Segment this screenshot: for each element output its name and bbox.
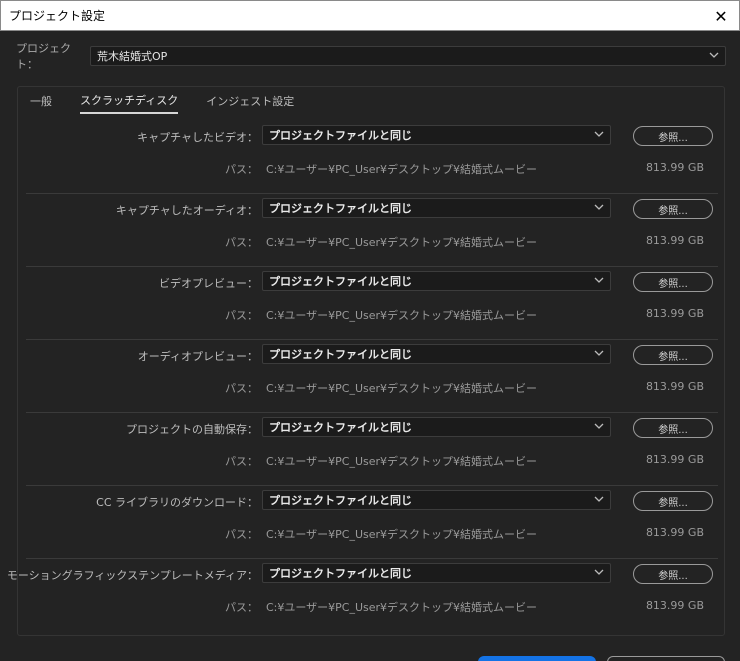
- project-value: 荒木結婚式OP: [97, 50, 168, 63]
- section-auto-save: プロジェクトの自動保存： プロジェクトファイルと同じ 参照... パス： C:¥…: [26, 413, 718, 486]
- location-value: プロジェクトファイルと同じ: [269, 275, 412, 288]
- free-space: 813.99 GB: [645, 453, 704, 466]
- section-label: キャプチャしたビデオ：: [137, 131, 258, 144]
- section-audio-preview: オーディオプレビュー： プロジェクトファイルと同じ 参照... パス： C:¥ユ…: [26, 340, 718, 413]
- tab-scratch-disks[interactable]: スクラッチディスク: [80, 92, 179, 114]
- window-title: プロジェクト設定: [9, 9, 106, 23]
- location-select[interactable]: プロジェクトファイルと同じ: [262, 271, 611, 291]
- free-space: 813.99 GB: [645, 526, 704, 539]
- section-captured-audio: キャプチャしたオーディオ： プロジェクトファイルと同じ 参照... パス： C:…: [26, 194, 718, 267]
- chevron-down-icon: [594, 277, 604, 283]
- chevron-down-icon: [594, 423, 604, 429]
- tab-general[interactable]: 一般: [30, 93, 52, 113]
- browse-button[interactable]: 参照...: [633, 345, 713, 365]
- browse-button[interactable]: 参照...: [633, 491, 713, 511]
- location-select[interactable]: プロジェクトファイルと同じ: [262, 417, 611, 437]
- scratch-disk-sections: キャプチャしたビデオ： プロジェクトファイルと同じ 参照... パス： C:¥ユ…: [7, 121, 718, 632]
- chevron-down-icon: [594, 131, 604, 137]
- path-label: パス：: [225, 163, 258, 176]
- project-label: プロジェクト：: [16, 42, 71, 71]
- path-value: C:¥ユーザー¥PC_User¥デスクトップ¥結婚式ムービー: [266, 309, 538, 322]
- chevron-down-icon: [594, 569, 604, 575]
- section-label: キャプチャしたオーディオ：: [115, 204, 258, 217]
- path-value: C:¥ユーザー¥PC_User¥デスクトップ¥結婚式ムービー: [266, 163, 538, 176]
- section-motion-graphics-template-media: モーショングラフィックステンプレートメディア： プロジェクトファイルと同じ 参照…: [7, 559, 718, 632]
- path-label: パス：: [225, 601, 258, 614]
- browse-button[interactable]: 参照...: [633, 126, 713, 146]
- path-label: パス：: [225, 309, 258, 322]
- browse-button[interactable]: 参照...: [633, 564, 713, 584]
- location-select[interactable]: プロジェクトファイルと同じ: [262, 198, 611, 218]
- path-value: C:¥ユーザー¥PC_User¥デスクトップ¥結婚式ムービー: [266, 601, 538, 614]
- location-select[interactable]: プロジェクトファイルと同じ: [262, 344, 611, 364]
- free-space: 813.99 GB: [645, 380, 704, 393]
- location-value: プロジェクトファイルと同じ: [269, 129, 412, 142]
- location-select[interactable]: プロジェクトファイルと同じ: [262, 125, 611, 145]
- section-video-preview: ビデオプレビュー： プロジェクトファイルと同じ 参照... パス： C:¥ユーザ…: [26, 267, 718, 340]
- chevron-down-icon: [709, 52, 719, 58]
- path-value: C:¥ユーザー¥PC_User¥デスクトップ¥結婚式ムービー: [266, 528, 538, 541]
- chevron-down-icon: [594, 496, 604, 502]
- free-space: 813.99 GB: [645, 234, 704, 247]
- path-label: パス：: [225, 382, 258, 395]
- section-label: オーディオプレビュー：: [137, 350, 258, 363]
- project-select[interactable]: 荒木結婚式OP: [90, 46, 726, 66]
- section-label: ビデオプレビュー：: [159, 277, 258, 290]
- location-value: プロジェクトファイルと同じ: [269, 348, 412, 361]
- path-value: C:¥ユーザー¥PC_User¥デスクトップ¥結婚式ムービー: [266, 455, 538, 468]
- location-value: プロジェクトファイルと同じ: [269, 567, 412, 580]
- section-label: モーショングラフィックステンプレートメディア：: [6, 569, 258, 582]
- free-space: 813.99 GB: [645, 161, 704, 174]
- tab-bar: 一般 スクラッチディスク インジェスト設定: [30, 92, 294, 114]
- close-icon[interactable]: ✕: [711, 6, 731, 26]
- chevron-down-icon: [594, 350, 604, 356]
- section-label: プロジェクトの自動保存：: [126, 423, 258, 436]
- location-value: プロジェクトファイルと同じ: [269, 421, 412, 434]
- location-select[interactable]: プロジェクトファイルと同じ: [262, 490, 611, 510]
- project-row: プロジェクト： 荒木結婚式OP: [16, 42, 726, 71]
- free-space: 813.99 GB: [645, 307, 704, 320]
- location-value: プロジェクトファイルと同じ: [269, 494, 412, 507]
- path-label: パス：: [225, 455, 258, 468]
- browse-button[interactable]: 参照...: [633, 199, 713, 219]
- free-space: 813.99 GB: [645, 599, 704, 612]
- section-cc-library-downloads: CC ライブラリのダウンロード： プロジェクトファイルと同じ 参照... パス：…: [26, 486, 718, 559]
- window-titlebar: プロジェクト設定 ✕: [0, 0, 740, 31]
- location-select[interactable]: プロジェクトファイルと同じ: [262, 563, 611, 583]
- path-value: C:¥ユーザー¥PC_User¥デスクトップ¥結婚式ムービー: [266, 236, 538, 249]
- location-value: プロジェクトファイルと同じ: [269, 202, 412, 215]
- tab-ingest-settings[interactable]: インジェスト設定: [206, 93, 294, 113]
- browse-button[interactable]: 参照...: [633, 418, 713, 438]
- path-label: パス：: [225, 236, 258, 249]
- ok-button[interactable]: [478, 656, 596, 661]
- settings-panel: 一般 スクラッチディスク インジェスト設定 キャプチャしたビデオ： プロジェクト…: [7, 86, 725, 636]
- path-value: C:¥ユーザー¥PC_User¥デスクトップ¥結婚式ムービー: [266, 382, 538, 395]
- browse-button[interactable]: 参照...: [633, 272, 713, 292]
- chevron-down-icon: [594, 204, 604, 210]
- section-label: CC ライブラリのダウンロード：: [96, 496, 258, 509]
- path-label: パス：: [225, 528, 258, 541]
- section-captured-video: キャプチャしたビデオ： プロジェクトファイルと同じ 参照... パス： C:¥ユ…: [26, 121, 718, 194]
- cancel-button[interactable]: [607, 656, 725, 661]
